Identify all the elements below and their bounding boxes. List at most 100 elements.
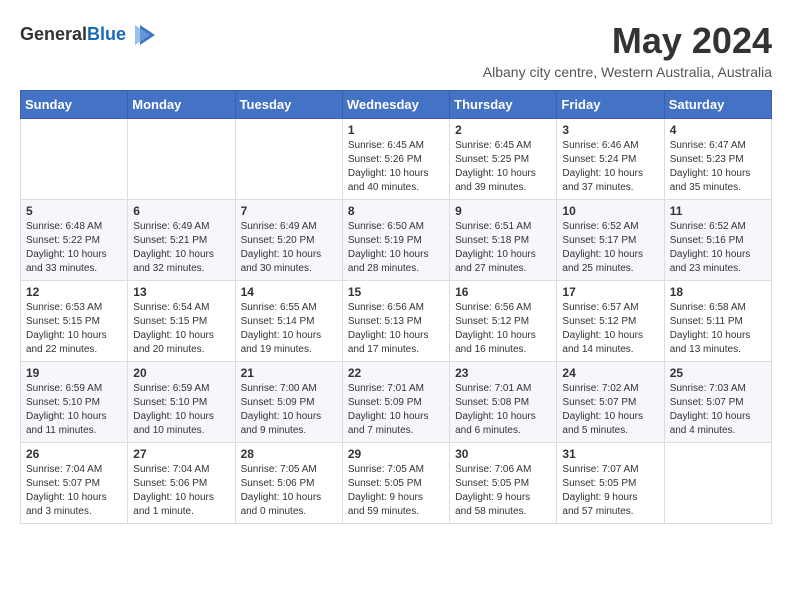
day-info: Sunrise: 6:56 AM Sunset: 5:13 PM Dayligh… (348, 301, 444, 357)
weekday-header-wednesday: Wednesday (342, 91, 449, 119)
day-info: Sunrise: 7:04 AM Sunset: 5:06 PM Dayligh… (133, 463, 229, 519)
logo: GeneralBlue (20, 20, 160, 50)
day-number: 8 (348, 204, 444, 218)
calendar-day-cell: 14 Sunrise: 6:55 AM Sunset: 5:14 PM Dayli… (235, 281, 342, 362)
day-number: 7 (241, 204, 337, 218)
calendar-day-cell: 29Sunrise: 7:05 AM Sunset: 5:05 PM Dayli… (342, 443, 449, 524)
weekday-header-tuesday: Tuesday (235, 91, 342, 119)
calendar-day-cell: 10Sunrise: 6:52 AM Sunset: 5:17 PM Dayli… (557, 200, 664, 281)
calendar-day-cell: 15Sunrise: 6:56 AM Sunset: 5:13 PM Dayli… (342, 281, 449, 362)
day-info: Sunrise: 6:48 AM Sunset: 5:22 PM Dayligh… (26, 220, 122, 276)
day-info: Sunrise: 6:55 AM Sunset: 5:14 PM Dayligh… (241, 301, 337, 357)
calendar-day-cell: 17 Sunrise: 6:57 AM Sunset: 5:12 PM Dayli… (557, 281, 664, 362)
day-info: Sunrise: 6:53 AM Sunset: 5:15 PM Dayligh… (26, 301, 122, 357)
day-info: Sunrise: 6:51 AM Sunset: 5:18 PM Dayligh… (455, 220, 551, 276)
calendar-day-cell: 4 Sunrise: 6:47 AM Sunset: 5:23 PM Daylig… (664, 119, 771, 200)
weekday-header-friday: Friday (557, 91, 664, 119)
calendar-day-cell: 31Sunrise: 7:07 AM Sunset: 5:05 PM Dayli… (557, 443, 664, 524)
calendar-day-cell: 27 Sunrise: 7:04 AM Sunset: 5:06 PM Dayli… (128, 443, 235, 524)
day-info: Sunrise: 6:50 AM Sunset: 5:19 PM Dayligh… (348, 220, 444, 276)
weekday-header-monday: Monday (128, 91, 235, 119)
calendar-day-cell: 5 Sunrise: 6:48 AM Sunset: 5:22 PM Daylig… (21, 200, 128, 281)
day-number: 19 (26, 366, 122, 380)
day-number: 21 (241, 366, 337, 380)
calendar-day-cell: 18 Sunrise: 6:58 AM Sunset: 5:11 PM Dayli… (664, 281, 771, 362)
calendar-week-row: 12 Sunrise: 6:53 AM Sunset: 5:15 PM Dayli… (21, 281, 772, 362)
calendar-week-row: 26Sunrise: 7:04 AM Sunset: 5:07 PM Dayli… (21, 443, 772, 524)
day-info: Sunrise: 7:01 AM Sunset: 5:08 PM Dayligh… (455, 382, 551, 438)
calendar-day-cell: 13 Sunrise: 6:54 AM Sunset: 5:15 PM Dayli… (128, 281, 235, 362)
calendar-empty-cell (664, 443, 771, 524)
day-number: 2 (455, 123, 551, 137)
day-number: 24 (562, 366, 658, 380)
calendar-header-row: SundayMondayTuesdayWednesdayThursdayFrid… (21, 91, 772, 119)
day-number: 28 (241, 447, 337, 461)
day-info: Sunrise: 6:57 AM Sunset: 5:12 PM Dayligh… (562, 301, 658, 357)
calendar-day-cell: 20 Sunrise: 6:59 AM Sunset: 5:10 PM Dayli… (128, 362, 235, 443)
day-number: 22 (348, 366, 444, 380)
day-number: 12 (26, 285, 122, 299)
calendar-day-cell: 23 Sunrise: 7:01 AM Sunset: 5:08 PM Dayli… (450, 362, 557, 443)
day-number: 11 (670, 204, 766, 218)
calendar-day-cell: 1Sunrise: 6:45 AM Sunset: 5:26 PM Daylig… (342, 119, 449, 200)
weekday-header-sunday: Sunday (21, 91, 128, 119)
calendar-day-cell: 24 Sunrise: 7:02 AM Sunset: 5:07 PM Dayli… (557, 362, 664, 443)
day-number: 6 (133, 204, 229, 218)
day-info: Sunrise: 6:58 AM Sunset: 5:11 PM Dayligh… (670, 301, 766, 357)
day-number: 5 (26, 204, 122, 218)
calendar-day-cell: 3Sunrise: 6:46 AM Sunset: 5:24 PM Daylig… (557, 119, 664, 200)
day-number: 31 (562, 447, 658, 461)
calendar-day-cell: 2 Sunrise: 6:45 AM Sunset: 5:25 PM Daylig… (450, 119, 557, 200)
day-number: 27 (133, 447, 229, 461)
day-info: Sunrise: 7:02 AM Sunset: 5:07 PM Dayligh… (562, 382, 658, 438)
day-number: 16 (455, 285, 551, 299)
day-info: Sunrise: 6:54 AM Sunset: 5:15 PM Dayligh… (133, 301, 229, 357)
day-info: Sunrise: 7:06 AM Sunset: 5:05 PM Dayligh… (455, 463, 551, 519)
calendar-empty-cell (21, 119, 128, 200)
title-section: May 2024 Albany city centre, Western Aus… (483, 20, 772, 80)
day-info: Sunrise: 6:56 AM Sunset: 5:12 PM Dayligh… (455, 301, 551, 357)
day-number: 3 (562, 123, 658, 137)
calendar-day-cell: 28 Sunrise: 7:05 AM Sunset: 5:06 PM Dayli… (235, 443, 342, 524)
day-info: Sunrise: 7:05 AM Sunset: 5:06 PM Dayligh… (241, 463, 337, 519)
day-number: 18 (670, 285, 766, 299)
calendar-day-cell: 19Sunrise: 6:59 AM Sunset: 5:10 PM Dayli… (21, 362, 128, 443)
calendar-week-row: 19 Sunrise: 6:59 AM Sunset: 5:10 PM Dayli… (21, 362, 772, 443)
day-number: 23 (455, 366, 551, 380)
day-info: Sunrise: 7:03 AM Sunset: 5:07 PM Dayligh… (670, 382, 766, 438)
day-info: Sunrise: 6:49 AM Sunset: 5:20 PM Dayligh… (241, 220, 337, 276)
day-number: 4 (670, 123, 766, 137)
day-info: Sunrise: 7:01 AM Sunset: 5:09 PM Dayligh… (348, 382, 444, 438)
calendar-empty-cell (235, 119, 342, 200)
day-number: 10 (562, 204, 658, 218)
day-number: 17 (562, 285, 658, 299)
day-info: Sunrise: 6:49 AM Sunset: 5:21 PM Dayligh… (133, 220, 229, 276)
day-info: Sunrise: 6:59 AM Sunset: 5:10 PM Dayligh… (133, 382, 229, 438)
calendar-day-cell: 16 Sunrise: 6:56 AM Sunset: 5:12 PM Dayli… (450, 281, 557, 362)
day-info: Sunrise: 6:47 AM Sunset: 5:23 PM Dayligh… (670, 139, 766, 195)
calendar-day-cell: 26Sunrise: 7:04 AM Sunset: 5:07 PM Dayli… (21, 443, 128, 524)
page-header: GeneralBlue May 2024 Albany city centre,… (20, 20, 772, 80)
day-number: 13 (133, 285, 229, 299)
calendar-day-cell: 25Sunrise: 7:03 AM Sunset: 5:07 PM Dayli… (664, 362, 771, 443)
logo-blue: Blue (87, 24, 126, 44)
calendar-week-row: 5 Sunrise: 6:48 AM Sunset: 5:22 PM Daylig… (21, 200, 772, 281)
location-title: Albany city centre, Western Australia, A… (483, 64, 772, 80)
day-info: Sunrise: 7:00 AM Sunset: 5:09 PM Dayligh… (241, 382, 337, 438)
calendar-table: SundayMondayTuesdayWednesdayThursdayFrid… (20, 90, 772, 524)
day-number: 30 (455, 447, 551, 461)
day-number: 9 (455, 204, 551, 218)
day-number: 1 (348, 123, 444, 137)
day-number: 14 (241, 285, 337, 299)
calendar-week-row: 1Sunrise: 6:45 AM Sunset: 5:26 PM Daylig… (21, 119, 772, 200)
calendar-day-cell: 11Sunrise: 6:52 AM Sunset: 5:16 PM Dayli… (664, 200, 771, 281)
day-number: 20 (133, 366, 229, 380)
calendar-day-cell: 7 Sunrise: 6:49 AM Sunset: 5:20 PM Daylig… (235, 200, 342, 281)
day-info: Sunrise: 6:45 AM Sunset: 5:25 PM Dayligh… (455, 139, 551, 195)
day-info: Sunrise: 7:05 AM Sunset: 5:05 PM Dayligh… (348, 463, 444, 519)
calendar-day-cell: 6 Sunrise: 6:49 AM Sunset: 5:21 PM Daylig… (128, 200, 235, 281)
month-title: May 2024 (483, 20, 772, 62)
day-number: 26 (26, 447, 122, 461)
weekday-header-thursday: Thursday (450, 91, 557, 119)
logo-general: General (20, 24, 87, 44)
